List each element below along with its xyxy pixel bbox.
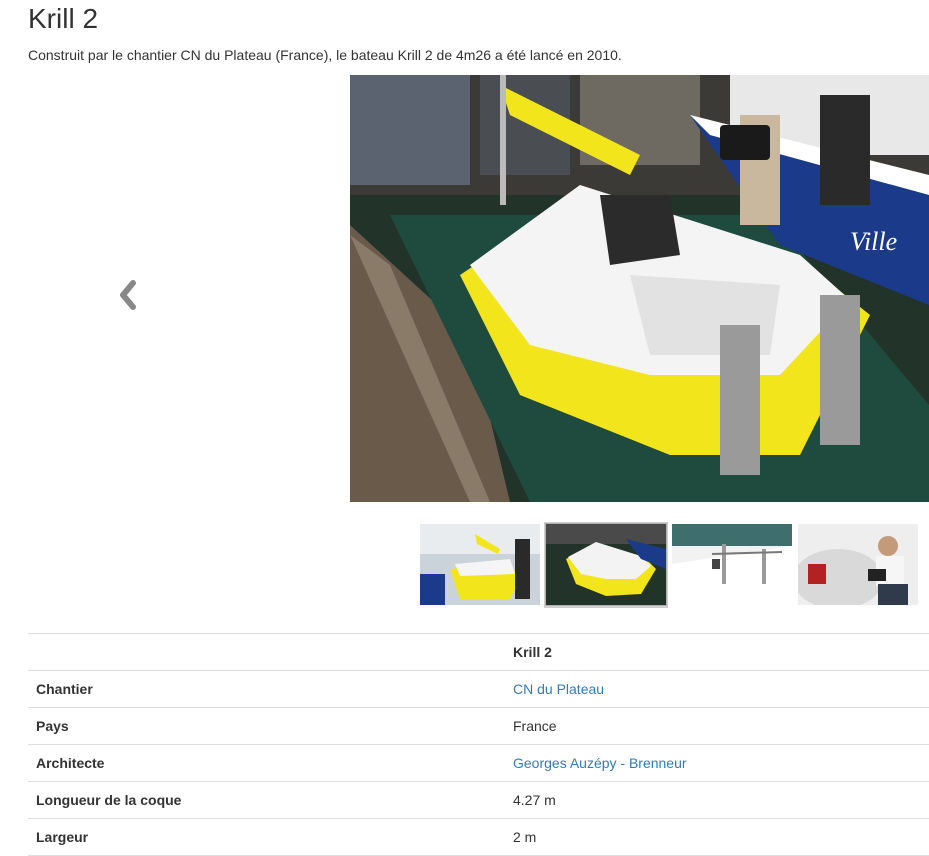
table-row: Pays France	[28, 707, 929, 745]
spec-label: Pays	[28, 707, 505, 745]
intro-text: Construit par le chantier CN du Plateau …	[28, 47, 622, 63]
spec-label: Architecte	[28, 744, 505, 782]
spec-label: Chantier	[28, 670, 505, 708]
spec-label: Largeur	[28, 818, 505, 856]
table-row: Largeur 2 m	[28, 818, 929, 856]
spec-value: 4.27 m	[505, 781, 929, 819]
thumbnail-3[interactable]	[670, 522, 794, 608]
spec-value: 2 m	[505, 818, 929, 856]
specs-header-empty	[28, 633, 505, 671]
table-row: Chantier CN du Plateau	[28, 670, 929, 708]
spec-label: Longueur de la coque	[28, 781, 505, 819]
specs-header-boat-name: Krill 2	[505, 633, 929, 671]
thumbnail-2[interactable]	[544, 522, 668, 608]
specs-header-row: Krill 2	[28, 633, 929, 671]
shipyard-link[interactable]: CN du Plateau	[513, 681, 604, 697]
architect-link[interactable]: Georges Auzépy - Brenneur	[513, 755, 687, 771]
main-boat-photo: Ville	[350, 75, 929, 502]
page-title: Krill 2	[28, 3, 99, 34]
svg-text:Ville: Ville	[850, 227, 897, 256]
specs-table: Krill 2 Chantier CN du Plateau Pays Fran…	[28, 633, 929, 856]
chevron-left-icon	[120, 280, 136, 310]
thumbnail-4[interactable]	[796, 522, 920, 608]
table-row: Longueur de la coque 4.27 m	[28, 781, 929, 819]
table-row: Architecte Georges Auzépy - Brenneur	[28, 744, 929, 782]
thumbnail-strip	[418, 522, 929, 608]
gallery-prev-button[interactable]	[110, 278, 144, 312]
spec-value: France	[505, 707, 929, 745]
thumbnail-1[interactable]	[418, 522, 542, 608]
